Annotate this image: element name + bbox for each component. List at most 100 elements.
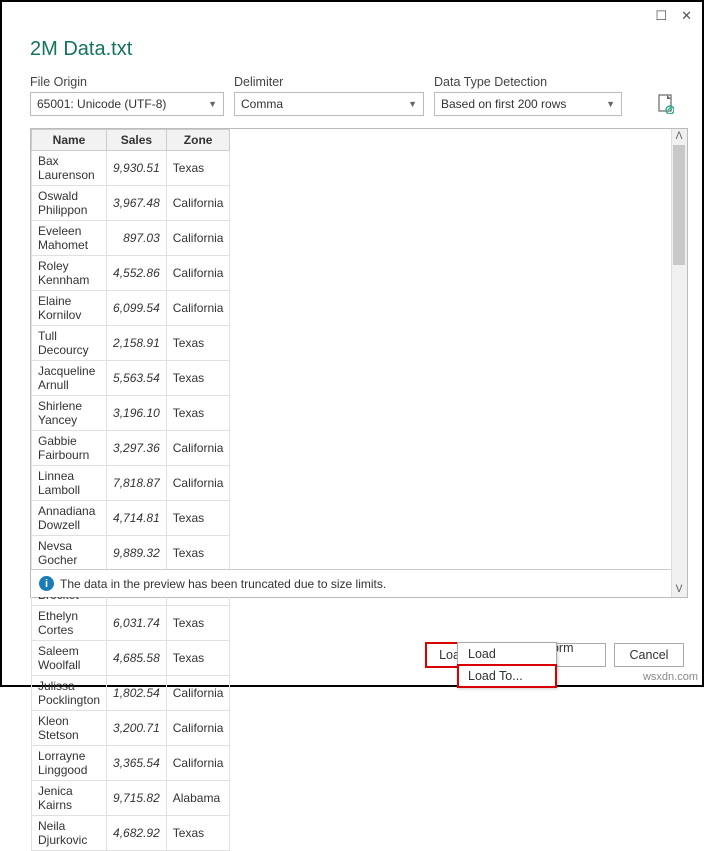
cell-sales: 9,889.32 bbox=[107, 536, 167, 571]
menu-item-load[interactable]: Load bbox=[458, 643, 556, 665]
cell-sales: 7,818.87 bbox=[107, 466, 167, 501]
cell-zone: California bbox=[166, 431, 230, 466]
cell-name: Ethelyn Cortes bbox=[32, 606, 107, 641]
cell-zone: California bbox=[166, 291, 230, 326]
table-row[interactable]: Bax Laurenson9,930.51Texas bbox=[32, 151, 230, 186]
file-origin-select[interactable]: 65001: Unicode (UTF-8) ▼ bbox=[30, 92, 224, 116]
col-header-sales[interactable]: Sales bbox=[107, 130, 167, 151]
scroll-up-icon[interactable]: ᐱ bbox=[673, 131, 685, 142]
detection-label: Data Type Detection bbox=[434, 75, 622, 89]
cell-name: Neila Djurkovic bbox=[32, 816, 107, 851]
cell-zone: California bbox=[166, 676, 230, 711]
cell-sales: 6,099.54 bbox=[107, 291, 167, 326]
cell-sales: 3,196.10 bbox=[107, 396, 167, 431]
load-dropdown-menu: Load Load To... bbox=[457, 642, 557, 688]
cell-zone: Texas bbox=[166, 501, 230, 536]
table-row[interactable]: Gabbie Fairbourn3,297.36California bbox=[32, 431, 230, 466]
table-row[interactable]: Jenica Kairns9,715.82Alabama bbox=[32, 781, 230, 816]
col-header-zone[interactable]: Zone bbox=[166, 130, 230, 151]
cell-name: Kleon Stetson bbox=[32, 711, 107, 746]
cell-sales: 5,563.54 bbox=[107, 361, 167, 396]
cell-zone: California bbox=[166, 186, 230, 221]
cell-sales: 897.03 bbox=[107, 221, 167, 256]
cell-sales: 3,297.36 bbox=[107, 431, 167, 466]
menu-item-load-to[interactable]: Load To... bbox=[458, 665, 556, 687]
chevron-down-icon: ▼ bbox=[208, 99, 217, 109]
cell-zone: California bbox=[166, 746, 230, 781]
detection-value: Based on first 200 rows bbox=[441, 97, 566, 111]
file-origin-value: 65001: Unicode (UTF-8) bbox=[37, 97, 166, 111]
cancel-button[interactable]: Cancel bbox=[614, 643, 684, 667]
cell-zone: California bbox=[166, 221, 230, 256]
preview-table: Name Sales Zone Bax Laurenson9,930.51Tex… bbox=[31, 129, 230, 851]
table-row[interactable]: Kleon Stetson3,200.71California bbox=[32, 711, 230, 746]
info-icon: i bbox=[39, 576, 54, 591]
cell-zone: Texas bbox=[166, 816, 230, 851]
table-row[interactable]: Annadiana Dowzell4,714.81Texas bbox=[32, 501, 230, 536]
detection-select[interactable]: Based on first 200 rows ▼ bbox=[434, 92, 622, 116]
info-message: The data in the preview has been truncat… bbox=[60, 577, 386, 591]
delimiter-select[interactable]: Comma ▼ bbox=[234, 92, 424, 116]
refresh-document-icon[interactable] bbox=[658, 94, 674, 114]
cell-sales: 6,031.74 bbox=[107, 606, 167, 641]
scroll-down-icon[interactable]: ᐯ bbox=[673, 584, 685, 595]
table-row[interactable]: Ethelyn Cortes6,031.74Texas bbox=[32, 606, 230, 641]
maximize-icon[interactable]: ☐ bbox=[655, 8, 667, 24]
cell-name: Lorrayne Linggood bbox=[32, 746, 107, 781]
cell-name: Jenica Kairns bbox=[32, 781, 107, 816]
cell-zone: California bbox=[166, 711, 230, 746]
dialog-title: 2M Data.txt bbox=[30, 38, 674, 61]
cell-sales: 2,158.91 bbox=[107, 326, 167, 361]
cell-sales: 3,200.71 bbox=[107, 711, 167, 746]
cell-name: Jacqueline Arnull bbox=[32, 361, 107, 396]
table-row[interactable]: Jacqueline Arnull5,563.54Texas bbox=[32, 361, 230, 396]
delimiter-label: Delimiter bbox=[234, 75, 424, 89]
dialog-window: ☐ ✕ 2M Data.txt File Origin 65001: Unico… bbox=[0, 0, 704, 687]
cell-sales: 4,552.86 bbox=[107, 256, 167, 291]
watermark: wsxdn.com bbox=[643, 671, 698, 683]
table-row[interactable]: Julissa Pocklington1,802.54California bbox=[32, 676, 230, 711]
table-row[interactable]: Lorrayne Linggood3,365.54California bbox=[32, 746, 230, 781]
file-origin-label: File Origin bbox=[30, 75, 224, 89]
cell-name: Annadiana Dowzell bbox=[32, 501, 107, 536]
cell-zone: Texas bbox=[166, 151, 230, 186]
close-icon[interactable]: ✕ bbox=[681, 8, 692, 24]
table-row[interactable]: Eveleen Mahomet897.03California bbox=[32, 221, 230, 256]
cell-name: Nevsa Gocher bbox=[32, 536, 107, 571]
cell-name: Oswald Philippon bbox=[32, 186, 107, 221]
cell-name: Gabbie Fairbourn bbox=[32, 431, 107, 466]
cell-name: Elaine Kornilov bbox=[32, 291, 107, 326]
scrollbar-track[interactable]: ᐱ ᐯ bbox=[671, 129, 687, 597]
table-row[interactable]: Oswald Philippon3,967.48California bbox=[32, 186, 230, 221]
info-bar: i The data in the preview has been trunc… bbox=[31, 569, 671, 597]
cell-zone: California bbox=[166, 256, 230, 291]
cell-name: Shirlene Yancey bbox=[32, 396, 107, 431]
table-row[interactable]: Elaine Kornilov6,099.54California bbox=[32, 291, 230, 326]
cell-name: Bax Laurenson bbox=[32, 151, 107, 186]
cell-sales: 4,714.81 bbox=[107, 501, 167, 536]
table-row[interactable]: Neila Djurkovic4,682.92Texas bbox=[32, 816, 230, 851]
cell-name: Eveleen Mahomet bbox=[32, 221, 107, 256]
cell-name: Saleem Woolfall bbox=[32, 641, 107, 676]
col-header-name[interactable]: Name bbox=[32, 130, 107, 151]
chevron-down-icon: ▼ bbox=[606, 99, 615, 109]
table-row[interactable]: Roley Kennham4,552.86California bbox=[32, 256, 230, 291]
scrollbar-thumb[interactable] bbox=[673, 145, 685, 265]
table-row[interactable]: Shirlene Yancey3,196.10Texas bbox=[32, 396, 230, 431]
table-row[interactable]: Linnea Lamboll7,818.87California bbox=[32, 466, 230, 501]
table-row[interactable]: Tull Decourcy2,158.91Texas bbox=[32, 326, 230, 361]
cell-zone: Texas bbox=[166, 641, 230, 676]
cell-name: Roley Kennham bbox=[32, 256, 107, 291]
cell-zone: Texas bbox=[166, 536, 230, 571]
cell-name: Linnea Lamboll bbox=[32, 466, 107, 501]
chevron-down-icon: ▼ bbox=[408, 99, 417, 109]
cell-sales: 4,685.58 bbox=[107, 641, 167, 676]
cell-sales: 9,930.51 bbox=[107, 151, 167, 186]
preview-table-container: Name Sales Zone Bax Laurenson9,930.51Tex… bbox=[30, 128, 688, 598]
cell-zone: Texas bbox=[166, 361, 230, 396]
cell-name: Julissa Pocklington bbox=[32, 676, 107, 711]
table-row[interactable]: Nevsa Gocher9,889.32Texas bbox=[32, 536, 230, 571]
cell-name: Tull Decourcy bbox=[32, 326, 107, 361]
table-row[interactable]: Saleem Woolfall4,685.58Texas bbox=[32, 641, 230, 676]
cell-zone: Alabama bbox=[166, 781, 230, 816]
